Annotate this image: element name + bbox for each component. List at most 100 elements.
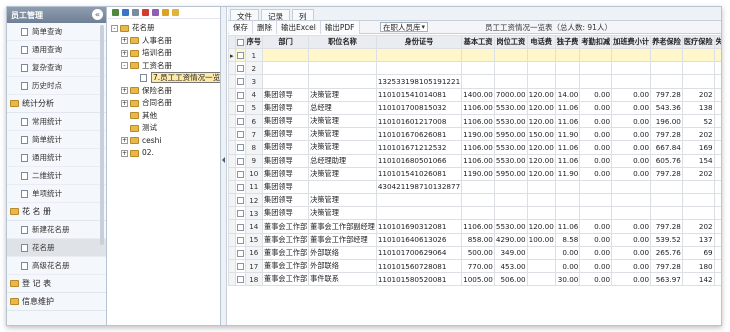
sidebar-item[interactable]: 简单统计 [7,131,106,149]
row-checkbox[interactable] [236,223,244,231]
table-row[interactable]: 12 集团领导 决策管理 [228,193,721,208]
column-header[interactable]: 序号 [244,35,264,49]
tree-node[interactable]: - 工资名册 [111,60,220,73]
tree-node[interactable]: +02. [111,147,220,160]
row-checkbox-cell[interactable] [234,193,246,208]
sidebar-scrollbar[interactable] [100,25,104,245]
tree-node[interactable]: + 保险名册 [111,85,220,98]
row-checkbox-cell[interactable] [234,166,246,181]
copy-icon[interactable] [152,9,159,16]
sidebar-item[interactable]: 二维统计 [7,167,106,185]
expander-icon[interactable]: + [121,99,128,107]
add-icon[interactable] [122,9,129,16]
row-checkbox[interactable] [236,263,244,271]
row-checkbox-cell[interactable] [234,127,246,142]
table-row[interactable]: 10 集团领导 决策管理 110101541026081 1190.00 5950.00 1… [228,166,721,181]
tree-node[interactable]: + 合同名册 [111,97,220,110]
expander-icon[interactable]: + [121,37,128,44]
sidebar-item[interactable]: 复杂查询 [7,59,106,77]
tree-node[interactable]: 测试 [111,122,220,135]
expander-icon[interactable]: + [121,137,128,144]
tree-node[interactable]: + ceshi [111,135,220,148]
row-checkbox[interactable] [236,52,244,60]
export-icon[interactable] [172,9,179,16]
table-row[interactable]: 2 [228,61,721,76]
menu-tab[interactable]: 记录 [261,9,290,21]
sidebar-group[interactable]: 花 名 册 [7,203,106,221]
expander-icon[interactable]: + [121,149,128,157]
table-row[interactable]: 14 董事会工作部 董事会工作部副经理 110101690312081 1106.00 5… [228,219,721,234]
export-pdf-button[interactable]: 输出PDF [320,20,360,34]
row-checkbox-cell[interactable] [234,219,246,234]
row-checkbox[interactable] [236,118,244,126]
row-checkbox[interactable] [236,276,244,284]
edit-icon[interactable] [162,9,169,16]
column-header[interactable]: 加班费小计 [611,35,652,49]
row-checkbox-cell[interactable] [234,140,246,155]
sidebar-item[interactable]: 单项统计 [7,185,106,203]
row-checkbox[interactable] [236,104,244,112]
sidebar-group[interactable]: 登 记 表 [7,275,106,293]
save-button[interactable]: 保存 [229,20,253,34]
tree-node[interactable]: + 人事名册 [111,35,220,48]
column-header[interactable]: 职位名称 [308,35,377,49]
row-checkbox-cell[interactable] [234,113,246,129]
row-checkbox-cell[interactable] [234,272,246,287]
row-checkbox-cell[interactable] [234,47,246,63]
sidebar-group[interactable]: 信息维护 [7,293,106,311]
table-row[interactable]: 11 集团领导 430421198710132877 [228,179,721,195]
row-checkbox-cell[interactable] [234,153,246,168]
sidebar-item[interactable]: 简单查询 [7,23,106,41]
table-row[interactable]: 8 集团领导 决策管理 110101671212532 1106.00 5530.00 12… [228,140,721,155]
row-checkbox[interactable] [236,65,244,73]
sidebar-item[interactable]: 通用查询 [7,41,106,59]
move-icon[interactable] [132,9,139,16]
sidebar-item[interactable]: 花名册 [7,239,106,257]
row-checkbox[interactable] [236,197,244,205]
row-checkbox-cell[interactable] [234,74,246,89]
tree-root[interactable]: - 花名册 [111,22,220,35]
column-header[interactable]: 身份证号 [375,35,463,49]
select-all-checkbox[interactable] [236,39,244,46]
row-checkbox[interactable] [236,157,244,165]
expander-icon[interactable]: - [121,62,128,69]
row-checkbox[interactable] [236,78,244,86]
column-header[interactable]: 岗位工资 [493,35,528,49]
column-header[interactable]: 独子费 [554,35,581,49]
table-row[interactable]: 7 集团领导 决策管理 110101670626081 1190.00 5950.00 15… [228,127,721,142]
panel-splitter[interactable] [221,7,227,325]
menu-tab[interactable]: 文件 [230,9,259,21]
row-checkbox-cell[interactable] [234,232,246,247]
sidebar-item[interactable]: 常用统计 [7,113,106,131]
column-header[interactable]: 基本工资 [461,35,495,49]
tree-node[interactable]: + 培训名册 [111,47,220,60]
row-checkbox-cell[interactable] [234,206,246,221]
expander-icon[interactable]: + [121,87,128,94]
table-row[interactable]: 3 132533198105191221 [228,74,721,89]
sidebar-item[interactable]: 高级花名册 [7,257,106,275]
delete-icon[interactable] [142,9,149,16]
select-all-header[interactable] [234,35,246,49]
menu-tab[interactable]: 列 [292,9,314,21]
sidebar-item[interactable]: 新建花名册 [7,221,106,239]
column-header[interactable]: 部门 [261,35,310,49]
row-checkbox[interactable] [236,131,244,139]
table-row[interactable]: 16 董事会工作部 外部联络 110101700629064 500.00 349.00 0… [228,245,721,261]
collapse-sidebar-icon[interactable]: « [92,9,103,20]
row-checkbox[interactable] [236,170,244,178]
delete-button[interactable]: 删除 [253,20,277,34]
database-select[interactable]: 在职人员库 [380,22,428,32]
column-header[interactable]: 考勤扣减 [579,35,613,49]
row-checkbox[interactable] [236,210,244,218]
row-checkbox-cell[interactable] [234,100,246,115]
row-checkbox-cell[interactable] [234,61,246,76]
table-row[interactable]: 4 集团领导 决策管理 110101541014081 1400.00 7000.00 12… [228,87,721,102]
row-checkbox[interactable] [236,144,244,152]
row-checkbox-cell[interactable] [234,179,246,195]
table-row[interactable]: ▸ 1 [228,47,721,63]
sidebar-group[interactable]: 统计分析 [7,95,106,113]
row-checkbox-cell[interactable] [234,258,246,274]
table-row[interactable]: 15 董事会工作部 董事会工作部经理 110101640613026 858.00 429… [228,232,721,247]
column-header[interactable]: 医疗保险 [681,35,715,49]
row-checkbox-cell[interactable] [234,87,246,102]
